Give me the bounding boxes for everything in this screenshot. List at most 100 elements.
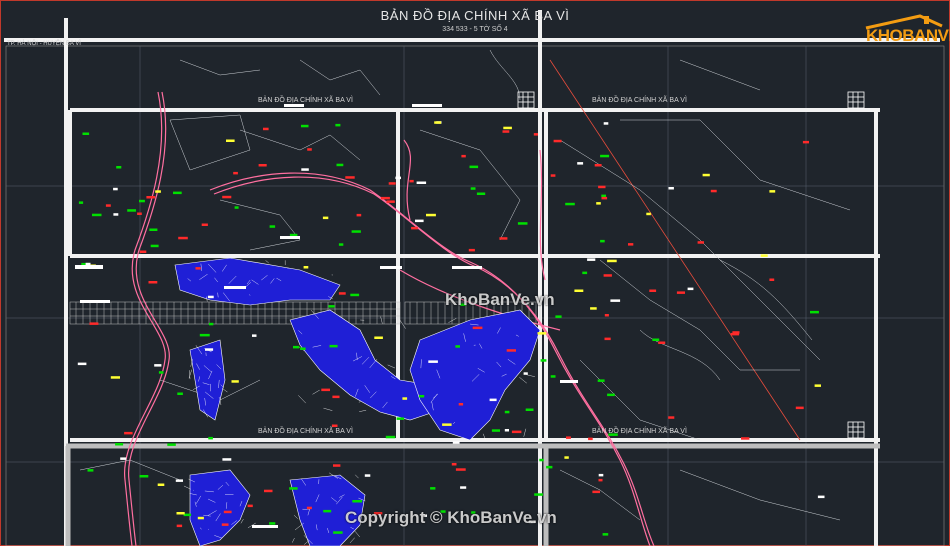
- parcel-label-marker: [177, 392, 183, 395]
- cad-viewport[interactable]: BẢN ĐỒ ĐỊA CHÍNH XÃ BA VÌ 334 533 - 5 TỜ…: [0, 0, 950, 546]
- hatched-strip: [69, 301, 401, 325]
- parcel-label-marker: [590, 307, 597, 310]
- parcel-label-marker: [504, 429, 509, 432]
- parcel-label-marker: [430, 487, 436, 490]
- parcel-label-marker: [116, 166, 122, 169]
- parcel-label-marker: [587, 258, 596, 261]
- parcel-label-marker: [231, 380, 239, 383]
- map-title: BẢN ĐỒ ĐỊA CHÍNH XÃ BA VÌ: [380, 8, 570, 23]
- parcel-label-marker: [321, 388, 330, 392]
- parcel-label-marker: [333, 531, 343, 534]
- parcel-label-marker: [258, 164, 267, 167]
- parcel-label-marker: [307, 148, 312, 151]
- parcel-label-marker: [795, 406, 804, 410]
- parcel-label-marker: [222, 458, 232, 461]
- parcel-label-marker: [503, 126, 512, 130]
- parcel-label-marker: [604, 314, 609, 317]
- parcel-label-marker: [628, 243, 634, 246]
- parcel-label-marker: [300, 347, 306, 350]
- parcel-label-marker: [364, 474, 371, 477]
- parcel-label-marker: [814, 384, 821, 387]
- parcel-label-marker: [603, 122, 609, 125]
- parcel-label-marker: [461, 154, 466, 158]
- parcel-label-marker: [668, 416, 675, 419]
- parcel-label-marker: [150, 244, 159, 248]
- parcel-label-marker: [668, 187, 674, 190]
- parcel-label-marker: [697, 241, 704, 244]
- parcel-label-marker: [598, 185, 606, 189]
- parcel-label-marker: [289, 487, 298, 490]
- parcel-label-marker: [335, 123, 341, 127]
- location-label: TP. HÀ NỘI - HUYỆN BA VÌ: [7, 41, 81, 47]
- parcel-label-marker: [537, 332, 547, 335]
- parcel-label-marker: [565, 202, 575, 206]
- parcel-label-marker: [105, 204, 111, 207]
- sheet-label-bottom-right: BẢN ĐỒ ĐỊA CHÍNH XÃ BA VÌ: [592, 428, 687, 435]
- parcel-label-marker: [333, 464, 341, 467]
- parcel-label-marker: [769, 278, 775, 281]
- parcel-label-marker: [802, 140, 809, 144]
- parcel-label-marker: [469, 165, 479, 169]
- parcel-label-marker: [676, 291, 685, 294]
- parcel-label-marker: [85, 262, 91, 266]
- parcel-label-marker: [577, 162, 584, 165]
- parcel-label-marker: [173, 191, 182, 195]
- parcel-label-marker: [226, 139, 235, 142]
- map-subtitle: 334 533 - 5 TỜ SỐ 4: [442, 26, 508, 33]
- parcel-label-marker: [415, 219, 424, 223]
- parcel-label-marker: [328, 305, 335, 308]
- parcel-label-marker: [207, 295, 214, 299]
- parcel-label-marker: [402, 397, 408, 400]
- parcel-label-marker: [646, 212, 651, 216]
- parcel-label-marker: [221, 523, 229, 526]
- cadastral-map-canvas[interactable]: [0, 0, 950, 546]
- parcel-label-marker: [442, 423, 452, 426]
- parcel-label-marker: [82, 132, 90, 135]
- parcel-label-marker: [350, 293, 360, 297]
- parcel-label-marker: [178, 236, 188, 240]
- parcel-label-marker: [301, 124, 309, 128]
- parcel-label-marker: [336, 163, 344, 167]
- parcel-label-marker: [409, 179, 414, 183]
- parcel-label-marker: [540, 359, 547, 362]
- parcel-label-marker: [115, 443, 124, 446]
- parcel-label-marker: [428, 360, 438, 363]
- parcel-label-marker: [539, 458, 544, 462]
- parcel-label-marker: [555, 315, 562, 318]
- parcel-label-marker: [345, 176, 355, 179]
- parcel-label-marker: [223, 510, 232, 514]
- parcel-label-marker: [455, 468, 466, 471]
- parcel-label-marker: [137, 212, 142, 215]
- parcel-label-marker: [183, 513, 192, 517]
- parcel-label-marker: [87, 469, 94, 472]
- parcel-label-marker: [472, 326, 483, 330]
- parcel-label-marker: [208, 322, 214, 326]
- parcel-label-marker: [452, 441, 460, 444]
- drawing-border: [0, 0, 950, 546]
- parcel-label-marker: [148, 281, 158, 284]
- parcel-label-marker: [419, 395, 425, 398]
- parcel-label-marker: [491, 429, 500, 432]
- parcel-label-marker: [607, 259, 617, 263]
- parcel-label-marker: [323, 509, 332, 513]
- logo-text: KHOBANVE: [866, 26, 950, 45]
- parcel-label-marker: [396, 417, 405, 420]
- parcel-label-marker: [388, 182, 396, 185]
- parcel-label-marker: [222, 195, 232, 199]
- parcel-label-marker: [702, 173, 710, 177]
- parcel-label-marker: [269, 522, 276, 525]
- parcel-label-marker: [92, 213, 102, 217]
- parcel-label-marker: [78, 201, 84, 204]
- sheet-label-top-left: BẢN ĐỒ ĐỊA CHÍNH XÃ BA VÌ: [258, 97, 353, 104]
- parcel-label-marker: [458, 403, 464, 406]
- parcel-label-marker: [602, 533, 609, 536]
- parcel-label-marker: [610, 299, 621, 302]
- parcel-label-marker: [234, 206, 239, 209]
- boundary-line-red: [549, 59, 801, 441]
- parcel-label-marker: [146, 196, 156, 199]
- parcel-label-marker: [564, 456, 569, 459]
- parcel-label-marker: [604, 337, 611, 341]
- parcel-label-marker: [247, 504, 253, 508]
- parcel-label-marker: [489, 398, 497, 402]
- parcel-label-marker: [208, 436, 213, 440]
